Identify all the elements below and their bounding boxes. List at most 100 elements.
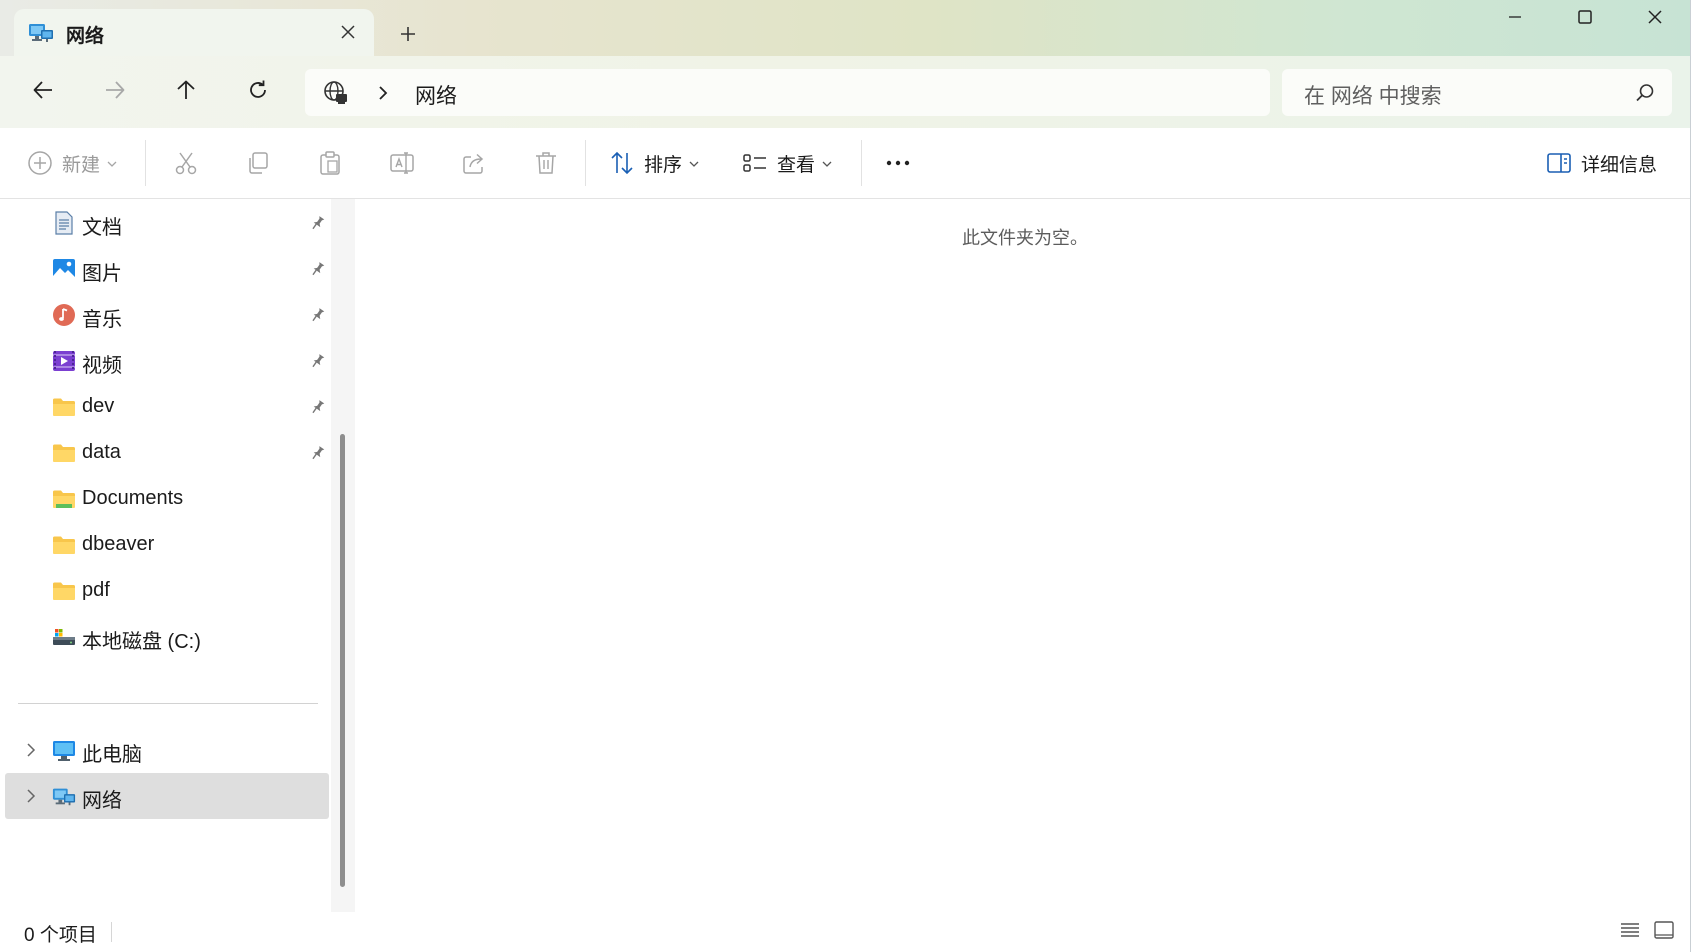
forward-button[interactable] xyxy=(95,72,135,112)
new-label: 新建 xyxy=(62,154,101,176)
pictures-icon xyxy=(52,257,76,281)
share-icon xyxy=(460,149,488,177)
details-label: 详细信息 xyxy=(1581,154,1658,176)
search-box[interactable]: 在 网络 中搜索 xyxy=(1282,69,1672,116)
tab-title: 网络 xyxy=(66,26,105,47)
chevron-right-icon[interactable] xyxy=(21,786,41,806)
sidebar-item-label: Documents xyxy=(82,487,184,509)
pin-icon[interactable] xyxy=(308,398,326,416)
new-tab-button[interactable] xyxy=(394,20,422,48)
drive-icon xyxy=(52,625,76,649)
breadcrumb-chevron-icon[interactable] xyxy=(373,82,393,104)
address-bar[interactable]: 网络 xyxy=(305,69,1270,116)
arrow-left-icon xyxy=(32,79,54,106)
details-pane-icon xyxy=(1545,149,1573,177)
plus-circle-icon xyxy=(26,149,54,177)
pin-icon[interactable] xyxy=(308,214,326,232)
arrow-up-icon xyxy=(175,79,197,106)
sidebar-item-data[interactable]: data xyxy=(5,430,329,476)
documents-icon xyxy=(52,211,76,235)
trash-icon xyxy=(532,149,560,177)
maximize-button[interactable] xyxy=(1550,0,1620,38)
command-bar: 新建 排序 查看 详细信息 xyxy=(0,128,1690,199)
large-icons-view-button[interactable] xyxy=(1652,920,1676,944)
share-button[interactable] xyxy=(460,145,488,181)
refresh-button[interactable] xyxy=(238,72,278,112)
details-view-icon xyxy=(1619,919,1641,946)
status-separator xyxy=(111,922,112,942)
details-view-button[interactable] xyxy=(1618,920,1642,944)
videos-icon xyxy=(52,349,76,373)
arrow-right-icon xyxy=(104,79,126,106)
sort-button[interactable]: 排序 xyxy=(608,145,700,181)
rename-button[interactable] xyxy=(388,145,416,181)
clipboard-icon xyxy=(316,149,344,177)
empty-folder-message: 此文件夹为空。 xyxy=(962,228,1088,248)
pin-icon[interactable] xyxy=(308,260,326,278)
network-icon xyxy=(28,20,54,44)
view-list-icon xyxy=(741,149,769,177)
sidebar-item-label: dbeaver xyxy=(82,533,155,555)
sidebar-item-local-disk-c[interactable]: 本地磁盘 (C:) xyxy=(5,614,329,660)
up-button[interactable] xyxy=(166,72,206,112)
sort-label: 排序 xyxy=(644,154,683,176)
sidebar-item-label: 网络 xyxy=(82,790,122,812)
sidebar-item-label: 文档 xyxy=(82,217,122,239)
sidebar-item-label: 本地磁盘 (C:) xyxy=(82,631,201,653)
pin-icon[interactable] xyxy=(308,352,326,370)
folder-icon xyxy=(52,395,76,419)
copy-button[interactable] xyxy=(244,145,272,181)
tab-close-icon[interactable] xyxy=(336,20,360,44)
refresh-icon xyxy=(247,79,269,106)
globe-icon xyxy=(323,80,349,106)
search-icon xyxy=(1634,82,1656,104)
computer-icon xyxy=(52,738,76,762)
sidebar-divider xyxy=(18,703,318,704)
item-count: 0 个项目 xyxy=(24,925,97,946)
breadcrumb-network[interactable]: 网络 xyxy=(415,80,457,110)
large-icons-view-icon xyxy=(1653,919,1675,946)
sidebar-item-dbeaver[interactable]: dbeaver xyxy=(5,522,329,568)
chevron-right-icon[interactable] xyxy=(21,740,41,760)
scissors-icon xyxy=(172,149,200,177)
folder-icon xyxy=(52,579,76,603)
sidebar-item-label: pdf xyxy=(82,579,110,601)
minimize-button[interactable] xyxy=(1480,0,1550,38)
cut-button[interactable] xyxy=(172,145,200,181)
close-window-button[interactable] xyxy=(1620,0,1690,38)
sidebar-item-label: dev xyxy=(82,395,115,417)
more-options-button[interactable] xyxy=(884,145,912,181)
sidebar-item-this-pc[interactable]: 此电脑 xyxy=(5,727,329,773)
file-list-area[interactable]: 此文件夹为空。 xyxy=(357,199,1690,912)
delete-button[interactable] xyxy=(532,145,560,181)
more-icon xyxy=(884,149,912,177)
paste-button[interactable] xyxy=(316,145,344,181)
details-pane-button[interactable]: 详细信息 xyxy=(1545,145,1657,181)
sidebar-item-network[interactable]: 网络 xyxy=(5,773,329,819)
folder-icon xyxy=(52,487,76,511)
sidebar-item-label: 视频 xyxy=(82,355,122,377)
close-icon xyxy=(1647,9,1663,30)
rename-icon xyxy=(388,149,416,177)
command-separator xyxy=(585,140,586,186)
sidebar-item-dev[interactable]: dev xyxy=(5,384,329,430)
sidebar-item-videos[interactable]: 视频 xyxy=(5,338,329,384)
folder-icon xyxy=(52,533,76,557)
sidebar-item-documents-folder[interactable]: Documents xyxy=(5,476,329,522)
folder-icon xyxy=(52,441,76,465)
back-button[interactable] xyxy=(23,72,63,112)
new-button[interactable]: 新建 xyxy=(26,145,118,181)
sidebar-item-music[interactable]: 音乐 xyxy=(5,292,329,338)
tab-network[interactable]: 网络 xyxy=(14,9,374,56)
view-button[interactable]: 查看 xyxy=(741,145,833,181)
copy-icon xyxy=(244,149,272,177)
pin-icon[interactable] xyxy=(308,306,326,324)
sidebar-item-label: data xyxy=(82,441,121,463)
sidebar-scrollbar-thumb[interactable] xyxy=(340,434,345,887)
sort-icon xyxy=(608,149,636,177)
sidebar-item-documents[interactable]: 文档 xyxy=(5,200,329,246)
pin-icon[interactable] xyxy=(308,444,326,462)
minimize-icon xyxy=(1507,9,1523,30)
sidebar-item-pictures[interactable]: 图片 xyxy=(5,246,329,292)
sidebar-item-pdf[interactable]: pdf xyxy=(5,568,329,614)
